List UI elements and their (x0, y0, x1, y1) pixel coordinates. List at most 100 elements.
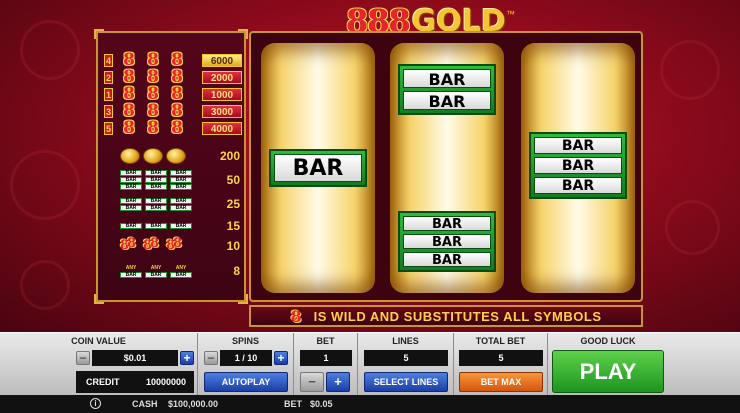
control-panel: COIN VALUE − $0.01 + CREDIT 10000000 SPI… (0, 332, 740, 396)
eight-glyph: 8 (173, 236, 183, 251)
double-bar-icon: BAR BAR (170, 197, 192, 211)
paytable-row-single-bar: BAR BAR BAR 15 (120, 216, 240, 236)
lines-title: LINES (392, 336, 419, 346)
bet-title: BET (316, 336, 335, 346)
spins-plus-button[interactable]: + (274, 351, 288, 365)
coin-value-minus-button[interactable]: − (76, 351, 90, 365)
wild-banner-text: IS WILD AND SUBSTITUTES ALL SYMBOLS (313, 308, 602, 324)
paytable-row-coin: 200 (120, 146, 240, 166)
paytable-value: 8 (233, 264, 240, 278)
frame-corner (238, 29, 248, 39)
mini-bar: BAR (120, 177, 142, 183)
spins-minus-button[interactable]: − (204, 351, 218, 365)
background-swirl (20, 260, 70, 310)
cash-value: $100,000.00 (168, 399, 219, 409)
paytable-row-any-bar: ANY BAR ANY BAR ANY BAR 8 (120, 261, 240, 281)
payline-number: 3 (104, 104, 113, 118)
double-bar-icon: BAR BAR (145, 197, 167, 211)
mini-bar: BAR (145, 184, 167, 190)
mini-bar: BAR (170, 204, 192, 211)
status-bar: i CASH $100,000.00 BET $0.05 (0, 395, 740, 413)
payline-row: 4 8 8 8 6000 (104, 50, 242, 70)
total-bet-display: 5 (459, 350, 543, 366)
eight-glyph: 8 (127, 236, 137, 251)
frame-corner (238, 294, 248, 304)
coin-icon (166, 148, 186, 164)
mini-bar: BAR (120, 204, 142, 211)
bet-plus-button[interactable]: + (326, 372, 350, 392)
payline-payout: 4000 (202, 121, 242, 135)
reel-frame: BAR BAR BAR BAR BAR BAR BAR BAR BAR (249, 31, 643, 302)
eight-symbol: 8 (171, 118, 183, 138)
paytable-value: 50 (226, 173, 240, 187)
payline-number: 2 (104, 70, 113, 84)
play-button[interactable]: PLAY (552, 350, 664, 393)
red-eight-symbols: 88 88 88 (120, 237, 200, 255)
autoplay-button[interactable]: AUTOPLAY (204, 372, 288, 392)
payline-payout: 1000 (202, 87, 242, 101)
bet-max-button[interactable]: BET MAX (459, 372, 543, 392)
eight-symbol: 8 (123, 118, 135, 138)
frame-corner (94, 29, 104, 39)
red-eight-icon: 88 (143, 237, 163, 255)
paytable-value: 200 (219, 149, 240, 163)
coin-symbols (120, 148, 200, 164)
payline-payout: 3000 (202, 104, 242, 118)
triple-bar-symbols: BAR BAR BAR BAR BAR BAR BAR BAR BAR (120, 170, 200, 190)
any-label: ANY (175, 264, 187, 271)
wild-eight-icon: 8 (290, 306, 302, 326)
spins-section: SPINS − 1 / 10 + AUTOPLAY (198, 333, 294, 396)
mini-bar: BAR (145, 177, 167, 183)
mini-bar: BAR (120, 271, 142, 278)
background-swirl (665, 200, 720, 255)
bet-section: BET 1 − + (294, 333, 358, 396)
payline-symbols: 8 8 8 (119, 118, 199, 138)
triple-bar-icon: BAR BAR BAR (120, 170, 142, 190)
bar-label: BAR (403, 91, 491, 111)
single-bar-symbols: BAR BAR BAR (120, 223, 200, 229)
bet-status-value: $0.05 (310, 399, 333, 409)
game-stage: 888 GOLD ™ 4 8 8 8 6000 2 8 8 8 2000 1 8… (0, 0, 740, 332)
mini-bar: BAR (170, 170, 192, 176)
eight-glyph: 8 (150, 236, 160, 251)
bar-label: BAR (534, 157, 622, 174)
background-swirl (10, 150, 80, 220)
double-bar-icon: BAR BAR (120, 197, 142, 211)
lines-section: LINES 5 SELECT LINES (358, 333, 454, 396)
total-bet-section: TOTAL BET 5 BET MAX (454, 333, 548, 396)
payline-number: 1 (104, 87, 113, 101)
good-luck-title: GOOD LUCK (580, 336, 636, 346)
reel-1: BAR (261, 43, 375, 293)
mini-bar: BAR (145, 170, 167, 176)
cash-label: CASH (132, 399, 158, 409)
paytable-row-red-eight: 88 88 88 10 (120, 236, 240, 256)
select-lines-button[interactable]: SELECT LINES (364, 372, 448, 392)
spins-title: SPINS (231, 336, 259, 346)
coin-value-plus-button[interactable]: + (180, 351, 194, 365)
triple-bar-icon: BAR BAR BAR (145, 170, 167, 190)
mini-bar: BAR (120, 197, 142, 204)
bar-label: BAR (403, 234, 491, 250)
bar-label: BAR (403, 252, 491, 268)
total-bet-title: TOTAL BET (475, 336, 526, 346)
any-bar-icon: ANY BAR (170, 265, 192, 278)
credit-value: 10000000 (146, 377, 187, 387)
mini-bar: BAR (170, 271, 192, 278)
coin-value-title: COIN VALUE (71, 336, 126, 346)
coin-value-display: $0.01 (92, 350, 178, 366)
double-bar-symbols: BAR BAR BAR BAR BAR BAR (120, 197, 200, 211)
background-swirl (20, 20, 80, 80)
mini-bar: BAR (170, 184, 192, 190)
bet-minus-button[interactable]: − (300, 372, 324, 392)
coin-icon (120, 148, 140, 164)
triple-bar-symbol: BAR BAR BAR (529, 132, 627, 199)
triple-bar-icon: BAR BAR BAR (170, 170, 192, 190)
info-icon[interactable]: i (90, 398, 101, 409)
single-bar-icon: BAR (145, 223, 167, 229)
payline-number: 5 (104, 121, 113, 135)
mini-bar: BAR (145, 204, 167, 211)
bar-label: BAR (534, 137, 622, 154)
mini-bar: BAR (170, 177, 192, 183)
paytable-row-triple-bar: BAR BAR BAR BAR BAR BAR BAR BAR BAR 50 (120, 170, 240, 190)
any-bar-icon: ANY BAR (145, 265, 167, 278)
